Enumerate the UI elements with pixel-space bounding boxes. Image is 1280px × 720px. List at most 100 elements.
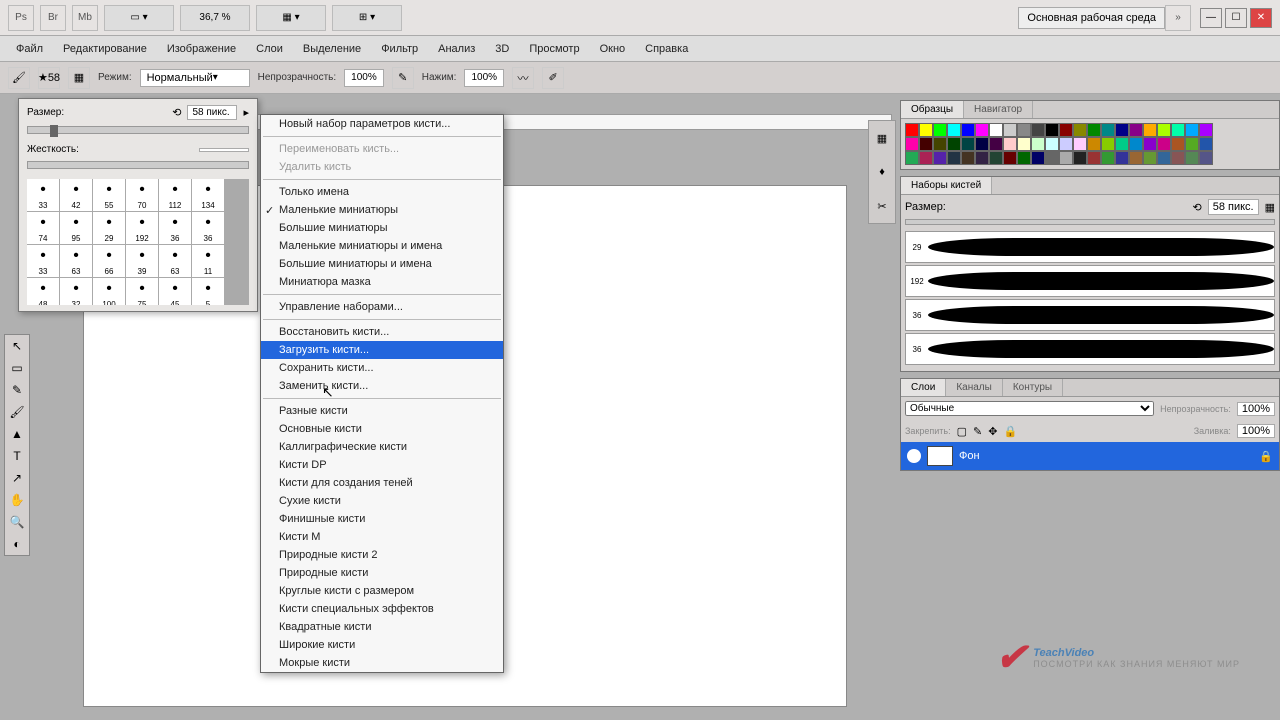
swatch[interactable]: [905, 137, 919, 151]
brush-hardness-slider[interactable]: [27, 161, 249, 169]
tool-icon[interactable]: 🖌: [5, 401, 29, 423]
swatch[interactable]: [1143, 123, 1157, 137]
brush-thumb[interactable]: 74: [27, 212, 59, 244]
menu-Файл[interactable]: Файл: [6, 39, 53, 59]
navigator-tab[interactable]: Навигатор: [964, 101, 1033, 118]
lock-pixels-icon[interactable]: ✎: [973, 425, 982, 438]
swatch[interactable]: [1073, 137, 1087, 151]
swatch[interactable]: [1185, 123, 1199, 137]
brush-thumb[interactable]: 48: [27, 278, 59, 305]
swatch[interactable]: [1059, 151, 1073, 165]
layer-thumbnail[interactable]: [927, 446, 953, 466]
menu-item[interactable]: Только имена: [261, 183, 503, 201]
swatch[interactable]: [947, 151, 961, 165]
flow-field[interactable]: 100%: [464, 69, 504, 87]
swatch[interactable]: [933, 151, 947, 165]
brush-thumb[interactable]: 134: [192, 179, 224, 211]
tablet-pressure-icon[interactable]: ✐: [542, 67, 564, 89]
brush-thumb[interactable]: 100: [93, 278, 125, 305]
swatch[interactable]: [975, 151, 989, 165]
tab-Контуры[interactable]: Контуры: [1003, 379, 1063, 396]
swatch[interactable]: [1143, 137, 1157, 151]
swatch[interactable]: [1171, 123, 1185, 137]
lock-position-icon[interactable]: ✥: [988, 425, 997, 438]
minibridge-icon[interactable]: Mb: [72, 5, 98, 31]
visibility-icon[interactable]: [907, 449, 921, 463]
menu-item[interactable]: Новый набор параметров кисти...: [261, 115, 503, 133]
brush-thumb[interactable]: 11: [192, 245, 224, 277]
swatch[interactable]: [1115, 151, 1129, 165]
tool-icon[interactable]: ◐: [5, 533, 29, 555]
brush-preset-picker-icon[interactable]: ★58: [38, 67, 60, 89]
menu-item[interactable]: Кисти M: [261, 528, 503, 546]
menu-item[interactable]: Квадратные кисти: [261, 618, 503, 636]
swatch[interactable]: [1143, 151, 1157, 165]
menu-item[interactable]: Каллиграфические кисти: [261, 438, 503, 456]
menu-item[interactable]: Мокрые кисти: [261, 654, 503, 672]
tool-icon[interactable]: 🔍: [5, 511, 29, 533]
brush-thumb[interactable]: 63: [60, 245, 92, 277]
swatch[interactable]: [1045, 137, 1059, 151]
swatch[interactable]: [1171, 137, 1185, 151]
swatch[interactable]: [947, 137, 961, 151]
menu-Окно[interactable]: Окно: [590, 39, 636, 59]
menu-item[interactable]: Финишные кисти: [261, 510, 503, 528]
brush-tool-icon[interactable]: 🖌: [8, 67, 30, 89]
swatch[interactable]: [1171, 151, 1185, 165]
swatch[interactable]: [1003, 151, 1017, 165]
preset-size-field[interactable]: 58 пикс.: [1208, 199, 1259, 215]
menu-item[interactable]: Восстановить кисти...: [261, 323, 503, 341]
brush-panel-toggle-icon[interactable]: ▦: [68, 67, 90, 89]
swatch[interactable]: [989, 151, 1003, 165]
swatch[interactable]: [1129, 123, 1143, 137]
brush-thumb[interactable]: 29: [93, 212, 125, 244]
bridge-icon[interactable]: Br: [40, 5, 66, 31]
swatch[interactable]: [961, 151, 975, 165]
brush-thumb[interactable]: 95: [60, 212, 92, 244]
tools-panel-icon[interactable]: ✂: [869, 189, 895, 223]
menu-item[interactable]: Управление наборами...: [261, 298, 503, 316]
swatch[interactable]: [1157, 123, 1171, 137]
swatch[interactable]: [989, 123, 1003, 137]
swatch[interactable]: [1129, 137, 1143, 151]
swatch[interactable]: [1185, 151, 1199, 165]
swatch[interactable]: [905, 123, 919, 137]
menu-item[interactable]: Широкие кисти: [261, 636, 503, 654]
swatch[interactable]: [1017, 151, 1031, 165]
brush-thumb[interactable]: 33: [27, 245, 59, 277]
swatch[interactable]: [1031, 137, 1045, 151]
layer-row[interactable]: Фон 🔒: [901, 442, 1279, 470]
swatch[interactable]: [1115, 123, 1129, 137]
tool-icon[interactable]: ▭: [5, 357, 29, 379]
zoom-dropdown[interactable]: 36,7 %: [180, 5, 250, 31]
brush-thumb[interactable]: 75: [126, 278, 158, 305]
workspace-expand-icon[interactable]: »: [1165, 5, 1191, 31]
close-button[interactable]: ✕: [1250, 8, 1272, 28]
reset-icon[interactable]: ⟲: [172, 106, 181, 119]
minimize-button[interactable]: —: [1200, 8, 1222, 28]
brush-thumb[interactable]: 32: [60, 278, 92, 305]
ps-logo-icon[interactable]: Ps: [8, 5, 34, 31]
lock-transparency-icon[interactable]: ▢: [957, 425, 967, 438]
swatch[interactable]: [1199, 151, 1213, 165]
brush-preset-row[interactable]: 36: [905, 299, 1275, 331]
swatch[interactable]: [1017, 137, 1031, 151]
menu-item[interactable]: Большие миниатюры и имена: [261, 255, 503, 273]
menu-item[interactable]: Кисти для создания теней: [261, 474, 503, 492]
brush-thumb[interactable]: 192: [126, 212, 158, 244]
swatch[interactable]: [989, 137, 1003, 151]
menu-item[interactable]: Маленькие миниатюры: [261, 201, 503, 219]
swatch[interactable]: [1101, 151, 1115, 165]
menu-item[interactable]: Природные кисти: [261, 564, 503, 582]
tab-Каналы[interactable]: Каналы: [946, 379, 1003, 396]
swatch[interactable]: [919, 123, 933, 137]
swatch[interactable]: [1185, 137, 1199, 151]
color-panel-icon[interactable]: ▦: [869, 121, 895, 155]
brush-thumbnail-grid[interactable]: 3342557011213474952919236363363663963114…: [27, 179, 249, 305]
swatch[interactable]: [919, 137, 933, 151]
swatch[interactable]: [1045, 151, 1059, 165]
swatch[interactable]: [1003, 137, 1017, 151]
brush-thumb[interactable]: 112: [159, 179, 191, 211]
menu-item[interactable]: Заменить кисти...: [261, 377, 503, 395]
tool-icon[interactable]: ↖: [5, 335, 29, 357]
